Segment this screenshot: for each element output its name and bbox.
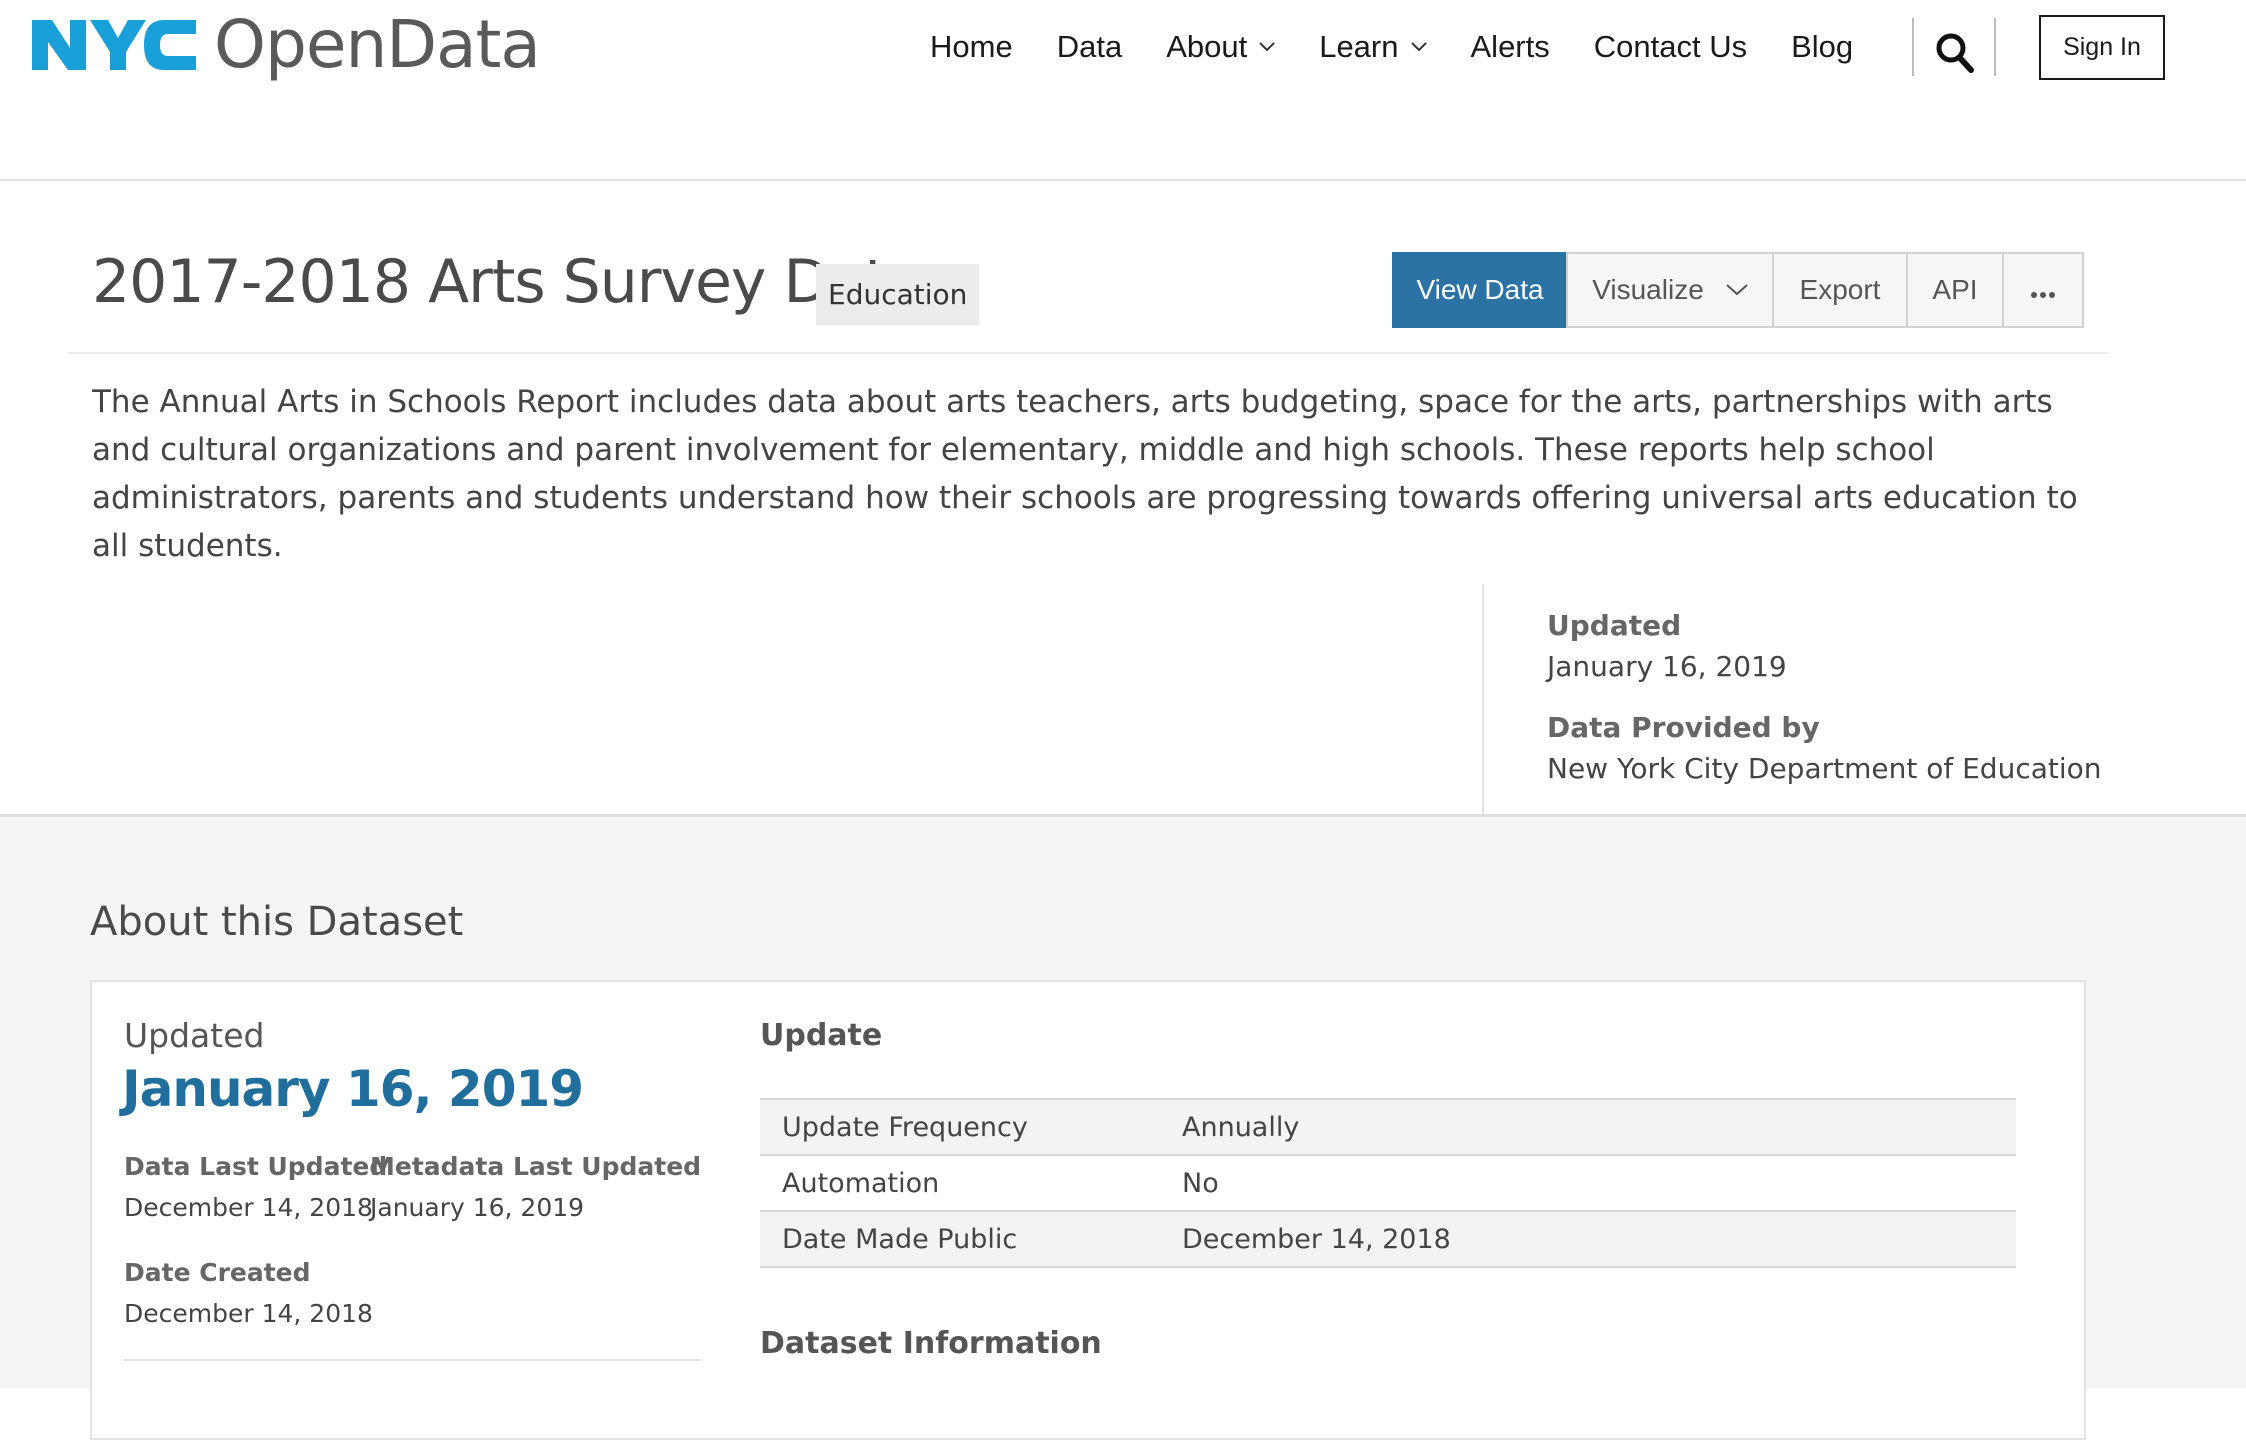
row-value: December 14, 2018 [1182, 1223, 1451, 1255]
updated-label: Updated [124, 1016, 265, 1055]
about-heading: About this Dataset [90, 899, 464, 945]
sidebar-updated-value: January 16, 2019 [1547, 650, 1787, 683]
nav-blog[interactable]: Blog [1791, 29, 1853, 65]
update-heading: Update [760, 1018, 883, 1053]
sign-in-button[interactable]: Sign In [2039, 15, 2165, 80]
category-badge[interactable]: Education [816, 264, 980, 325]
nav-label: Alerts [1470, 29, 1550, 64]
left-column-divider [124, 1359, 702, 1361]
nav-label: Blog [1791, 29, 1854, 64]
nav-home[interactable]: Home [930, 29, 1013, 65]
nav-label: Learn [1319, 29, 1399, 64]
about-dataset-section: About this Dataset Updated January 16, 2… [0, 814, 2246, 1440]
chevron-down-icon [1259, 39, 1275, 55]
nav-about[interactable]: About [1166, 29, 1275, 65]
data-last-updated-label: Data Last Updated [124, 1152, 388, 1181]
dataset-title: 2017-2018 Arts Survey Data [92, 247, 924, 317]
chevron-down-icon [1726, 284, 1748, 296]
dataset-description: The Annual Arts in Schools Report includ… [92, 384, 2078, 564]
metadata-last-updated: Metadata Last Updated January 16, 2019 [370, 1152, 701, 1222]
about-card: Updated January 16, 2019 Data Last Updat… [90, 980, 2086, 1440]
visualize-label: Visualize [1592, 274, 1704, 305]
export-button[interactable]: Export [1772, 252, 1908, 328]
table-row: Automation No [760, 1156, 2016, 1212]
dataset-information-heading: Dataset Information [760, 1326, 1102, 1361]
title-divider [68, 352, 2109, 354]
nav-alerts[interactable]: Alerts [1471, 29, 1550, 65]
row-value: No [1182, 1167, 1219, 1199]
nav-divider [1912, 18, 1914, 76]
nyc-logo-mark [30, 14, 200, 76]
sidebar-updated-label: Updated [1547, 609, 1682, 642]
main-nav: Home Data About Learn Alerts Contact Us … [930, 18, 1897, 76]
row-value: Annually [1182, 1111, 1300, 1143]
sidebar-provided-label: Data Provided by [1547, 711, 1820, 744]
nav-label: Contact Us [1593, 29, 1748, 64]
nav-divider [1994, 18, 1996, 76]
site-header: OpenData Home Data About Learn Alerts Co… [0, 0, 2246, 181]
nav-label: Data [1056, 29, 1123, 64]
visualize-button[interactable]: Visualize [1566, 252, 1774, 328]
search-icon[interactable] [1935, 32, 1975, 74]
sidebar-provided-value: New York City Department of Education [1547, 752, 2102, 785]
more-options-button[interactable] [2002, 252, 2084, 328]
logo-text: OpenData [214, 6, 541, 83]
nav-contact-us[interactable]: Contact Us [1594, 29, 1747, 65]
view-data-button[interactable]: View Data [1392, 252, 1568, 328]
meta-sidebar-divider [1482, 584, 1484, 814]
update-info-table: Update Frequency Annually Automation No … [760, 1098, 2016, 1268]
row-key: Update Frequency [782, 1111, 1028, 1143]
metadata-last-updated-label: Metadata Last Updated [370, 1152, 702, 1181]
dataset-action-bar: View Data Visualize Export API [1392, 252, 2084, 328]
api-button[interactable]: API [1906, 252, 2004, 328]
data-last-updated: Data Last Updated December 14, 2018 [124, 1152, 387, 1222]
nav-label: About [1166, 29, 1248, 64]
chevron-down-icon [1410, 39, 1427, 55]
nav-learn[interactable]: Learn [1319, 29, 1427, 65]
date-created: Date Created December 14, 2018 [124, 1258, 373, 1328]
metadata-last-updated-value: January 16, 2019 [370, 1193, 585, 1222]
table-row: Date Made Public December 14, 2018 [760, 1212, 2016, 1268]
table-row: Update Frequency Annually [760, 1100, 2016, 1156]
date-created-label: Date Created [124, 1258, 311, 1287]
nav-data[interactable]: Data [1057, 29, 1122, 65]
sidebar-updated: Updated January 16, 2019 [1547, 609, 1787, 683]
date-created-value: December 14, 2018 [124, 1299, 373, 1328]
row-key: Automation [782, 1167, 940, 1199]
nyc-opendata-logo[interactable]: OpenData [30, 6, 541, 83]
updated-date: January 16, 2019 [122, 1060, 584, 1118]
data-last-updated-value: December 14, 2018 [124, 1193, 373, 1222]
more-icon [2030, 274, 2056, 306]
nav-label: Home [930, 29, 1013, 64]
sidebar-provided-by: Data Provided by New York City Departmen… [1547, 711, 2102, 785]
row-key: Date Made Public [782, 1223, 1018, 1255]
